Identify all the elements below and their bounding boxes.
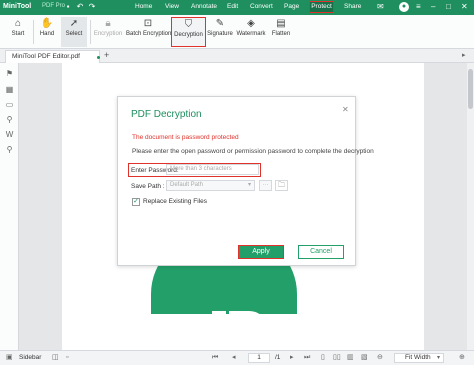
first-page-icon[interactable]: ⏮ [212, 353, 218, 363]
zoom-out-icon[interactable]: ⊖ [377, 353, 383, 363]
menu-edit[interactable]: Edit [227, 3, 238, 10]
ribbon-toolbar: ⌂ Start ✋ Hand ➚ Select 🔒︎ Encryption ⊡ … [0, 15, 474, 49]
cursor-icon: ➚ [69, 18, 79, 29]
menu-page[interactable]: Page [284, 3, 299, 10]
add-tab-button[interactable]: + [104, 50, 109, 61]
app-name: MiniTool [3, 3, 32, 10]
zoom-in-icon[interactable]: ⊕ [459, 353, 465, 363]
bookmark-icon[interactable]: ⚑ [4, 68, 15, 79]
signature-button[interactable]: ✎ Signature [207, 17, 233, 47]
select-button[interactable]: ➚ Select [61, 17, 87, 47]
divider [90, 20, 91, 44]
sidebar-label[interactable]: Sidebar [19, 354, 41, 361]
app-edition: PDF Pro [42, 3, 66, 9]
tab-minitool-pdf-editor[interactable]: MiniTool PDF Editor.pdf [5, 50, 100, 63]
close-icon[interactable]: ✕ [342, 105, 349, 114]
close-icon[interactable]: ✕ [461, 2, 468, 12]
double-page-icon[interactable]: ▯▯ [333, 353, 341, 363]
start-icon: ⌂ [14, 18, 22, 29]
lock-icon: 🔒︎ [105, 18, 111, 29]
total-pages: /1 [275, 354, 281, 361]
minimize-icon[interactable]: – [431, 2, 435, 12]
attachment-icon[interactable]: ⚲ [4, 114, 15, 125]
tab-scroll-icon[interactable]: ▸ [462, 51, 466, 59]
vertical-scrollbar[interactable] [467, 63, 474, 350]
flatten-icon: ▤ [276, 18, 286, 29]
scrollbar-thumb[interactable] [468, 69, 473, 109]
maximize-icon[interactable]: □ [446, 2, 451, 12]
password-input[interactable]: More than 3 characters [166, 164, 259, 175]
logo-curve [229, 311, 269, 350]
decryption-button[interactable]: ⛉ Decryption [171, 17, 206, 47]
next-page-icon[interactable]: ▸ [290, 353, 294, 363]
warning-text: The document is password protected [132, 134, 239, 141]
save-icon[interactable]: ▪ [63, 2, 73, 12]
watermark-button[interactable]: ◈ Watermark [235, 17, 267, 47]
menu-home[interactable]: Home [135, 3, 152, 10]
menu-protect[interactable]: Protect [309, 1, 334, 13]
logo-bar [212, 328, 226, 350]
replace-checkbox[interactable]: ✓ [132, 198, 140, 206]
thumbnails-icon[interactable]: ▦ [4, 84, 15, 95]
zoom-value: Fit Width [405, 354, 431, 361]
single-page-icon[interactable]: ▯ [321, 353, 325, 363]
shield-icon: ⛉ [184, 19, 193, 30]
menu-view[interactable]: View [165, 3, 179, 10]
logo-square [212, 311, 226, 325]
zoom-select[interactable]: Fit Width ▾ [394, 353, 444, 363]
encryption-button[interactable]: 🔒︎ Encryption [93, 17, 123, 47]
expand-icon[interactable]: ▫ [66, 353, 68, 363]
description-text: Please enter the open password or permis… [132, 148, 374, 155]
sidebar-toggle-icon[interactable]: ▣ [6, 353, 13, 363]
divider [33, 20, 34, 44]
collapse-icon[interactable]: ◫ [52, 353, 59, 363]
watermark-icon: ◈ [247, 18, 255, 29]
replace-label: Replace Existing Files [143, 198, 207, 205]
scroll-page-icon[interactable]: ▥ [347, 353, 354, 363]
save-path-value: Default Path [170, 182, 204, 188]
pdf-decryption-dialog: PDF Decryption ✕ The document is passwor… [117, 96, 374, 266]
dialog-title: PDF Decryption [131, 109, 202, 120]
redo-icon[interactable]: ↷ [87, 2, 97, 12]
prev-page-icon[interactable]: ◂ [232, 353, 236, 363]
batch-lock-icon: ⊡ [143, 18, 153, 29]
unsaved-dot-icon [97, 56, 100, 59]
menu-annotate[interactable]: Annotate [191, 3, 217, 10]
menu-icon[interactable]: ≡ [416, 2, 421, 12]
document-tab-bar: MiniTool PDF Editor.pdf + ▸ [0, 49, 474, 63]
left-sidebar: ⚑ ▦ ▭ ⚲ W ⚲ [0, 63, 19, 350]
hand-button[interactable]: ✋ Hand [36, 17, 58, 47]
word-icon[interactable]: W [4, 129, 15, 140]
save-path-label: Save Path : [131, 183, 165, 190]
chevron-down-icon: ▾ [247, 182, 251, 188]
menu-share[interactable]: Share [344, 3, 361, 10]
search-icon[interactable]: ⚲ [4, 144, 15, 155]
user-avatar-icon[interactable]: ● [399, 2, 409, 12]
cancel-button[interactable]: Cancel [298, 245, 344, 259]
flatten-button[interactable]: ▤ Flatten [269, 17, 293, 47]
tab-label: MiniTool PDF Editor.pdf [12, 53, 80, 60]
start-button[interactable]: ⌂ Start [6, 17, 30, 47]
current-page-input[interactable]: 1 [248, 353, 270, 363]
save-path-select[interactable]: Default Path ▾ [166, 180, 255, 191]
menu-convert[interactable]: Convert [250, 3, 273, 10]
folder-icon[interactable]: 🗀 [275, 180, 288, 191]
signature-icon: ✎ [215, 18, 225, 29]
batch-encryption-button[interactable]: ⊡ Batch Encryption [126, 17, 171, 47]
mail-icon[interactable]: ✉ [377, 2, 384, 12]
last-page-icon[interactable]: ⏭ [304, 353, 310, 363]
title-bar: MiniTool PDF Pro ▪ ↶ ↷ Home View Annotat… [0, 0, 474, 15]
undo-icon[interactable]: ↶ [75, 2, 85, 12]
apply-button[interactable]: Apply [238, 245, 284, 259]
status-bar: ▣ Sidebar ◫ ▫ ⏮ ◂ 1 /1 ▸ ⏭ ▯ ▯▯ ▥ ▧ ⊖ Fi… [0, 350, 474, 365]
fit-page-icon[interactable]: ▧ [361, 353, 368, 363]
comment-icon[interactable]: ▭ [4, 99, 15, 110]
chevron-down-icon: ▾ [436, 355, 440, 361]
hand-icon: ✋ [40, 18, 54, 29]
browse-dots-button[interactable]: ··· [259, 180, 272, 191]
